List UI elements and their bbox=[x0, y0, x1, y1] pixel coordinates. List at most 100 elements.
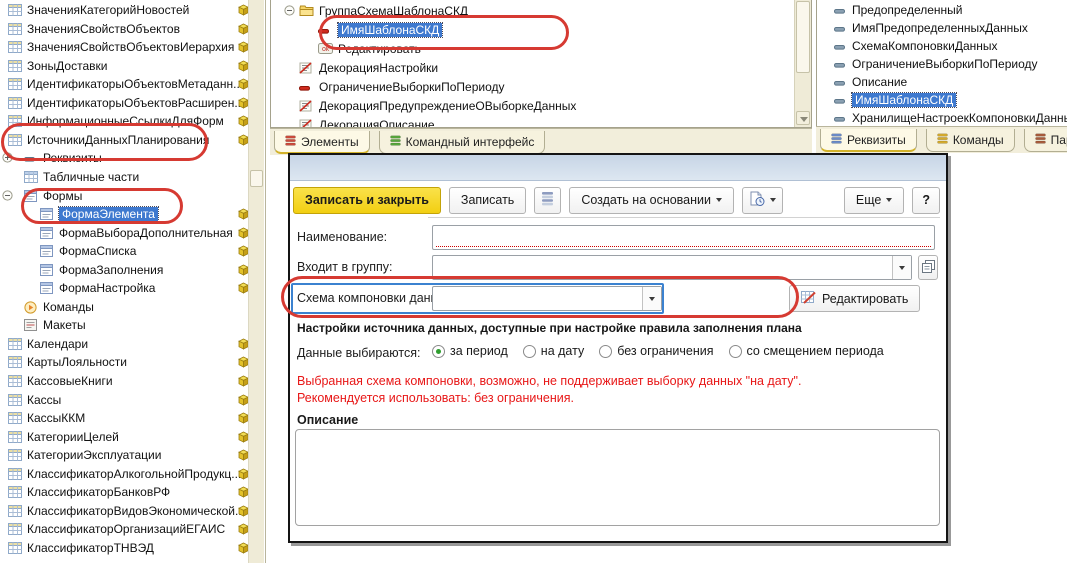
metadata-tree-item[interactable]: КлассификаторВидовЭкономической... bbox=[0, 503, 265, 521]
table-icon bbox=[8, 523, 22, 538]
expander-minus-icon[interactable] bbox=[2, 190, 13, 204]
radio-option[interactable]: без ограничения bbox=[599, 344, 713, 358]
history-button[interactable] bbox=[742, 187, 783, 214]
table-icon bbox=[8, 394, 22, 409]
left-tree-scrollbar[interactable] bbox=[248, 0, 264, 563]
form-icon bbox=[40, 208, 53, 223]
radio-option[interactable]: на дату bbox=[523, 344, 584, 358]
tree-item-label: ФормаСписка bbox=[59, 244, 136, 258]
metadata-tree-item[interactable]: ЗначенияСвойствОбъектовИерархия bbox=[0, 39, 265, 57]
metadata-tree-item[interactable]: ЗоныДоставки bbox=[0, 58, 265, 76]
group-choose-button[interactable] bbox=[918, 255, 938, 280]
metadata-tree-item[interactable]: КатегорииЦелей bbox=[0, 429, 265, 447]
radio-label: на дату bbox=[541, 344, 584, 358]
attribute-item[interactable]: ИмяПредопределенныхДанных bbox=[817, 20, 1067, 38]
tree-item-label: Формы bbox=[43, 189, 82, 203]
deco-icon bbox=[299, 62, 312, 77]
metadata-tree-item[interactable]: ИнформационныеСсылкиДляФорм bbox=[0, 113, 265, 131]
elements-scrollbar[interactable] bbox=[794, 0, 811, 127]
metadata-tree-item[interactable]: КлассификаторБанковРФ bbox=[0, 484, 265, 502]
attribute-item[interactable]: ОграничениеВыборкиПоПериоду bbox=[817, 56, 1067, 74]
chevron-down-icon bbox=[649, 297, 655, 301]
create-based-on-button[interactable]: Создать на основании bbox=[569, 187, 734, 214]
table-icon bbox=[8, 505, 22, 520]
form-element-item[interactable]: ДекорацияНастройки bbox=[271, 60, 811, 78]
cmd-icon bbox=[24, 301, 37, 317]
help-button[interactable]: ? bbox=[912, 187, 940, 214]
metadata-tree-item[interactable]: ИдентификаторыОбъектовМетаданн... bbox=[0, 76, 265, 94]
metadata-tree-item[interactable]: ИсточникиДанныхПланирования bbox=[0, 132, 265, 150]
form-element-item[interactable]: ГруппаСхемаШаблонаСКД bbox=[271, 3, 811, 21]
tab-label: Элементы bbox=[301, 135, 359, 149]
tree-item-label: ДекорацияПредупреждениеОВыборкеДанных bbox=[319, 99, 576, 113]
table-icon bbox=[8, 431, 22, 446]
warning-line-1: Выбранная схема компоновки, возможно, не… bbox=[297, 374, 801, 388]
table-icon bbox=[8, 115, 22, 130]
metadata-tree-item[interactable]: КассыККМ bbox=[0, 410, 265, 428]
save-button[interactable]: Записать bbox=[449, 187, 526, 214]
tab-attributes-tab[interactable]: Команды bbox=[926, 129, 1015, 152]
radio-selected[interactable]: за период bbox=[432, 344, 508, 358]
form-element-item[interactable]: ОграничениеВыборкиПоПериоду bbox=[271, 79, 811, 97]
tree-item-label: КартыЛояльности bbox=[27, 355, 127, 369]
attribute-item[interactable]: СхемаКомпоновкиДанных bbox=[817, 38, 1067, 56]
expander-plus-icon[interactable] bbox=[2, 152, 13, 166]
metadata-tree-item[interactable]: Табличные части bbox=[0, 169, 265, 187]
tree-item-label: КатегорииЦелей bbox=[27, 430, 119, 444]
name-input[interactable] bbox=[432, 225, 935, 250]
radio-option[interactable]: со смещением периода bbox=[729, 344, 884, 358]
metadata-tree-item[interactable]: КлассификаторТНВЭД bbox=[0, 540, 265, 558]
scrollbar-thumb[interactable] bbox=[796, 1, 810, 73]
form-element-item[interactable]: ДекорацияОписание bbox=[271, 117, 811, 128]
table-icon bbox=[8, 97, 22, 112]
metadata-tree-item[interactable]: ЗначенияКатегорийНовостей bbox=[0, 2, 265, 20]
metadata-tree-item[interactable]: КлассификаторОрганизацийЕГАИС bbox=[0, 521, 265, 539]
dropdown-button[interactable] bbox=[642, 287, 661, 310]
description-textarea[interactable] bbox=[295, 429, 940, 526]
tree-item-label: ФормаЭлемента bbox=[59, 207, 158, 221]
attribute-item[interactable]: Описание bbox=[817, 74, 1067, 92]
metadata-tree-item[interactable]: Календари bbox=[0, 336, 265, 354]
metadata-tree-item[interactable]: КатегорииЭксплуатации bbox=[0, 447, 265, 465]
metadata-tree-item[interactable]: ФормаЗаполнения bbox=[0, 262, 265, 280]
dropdown-button[interactable] bbox=[892, 256, 911, 279]
metadata-tree-item[interactable]: Макеты bbox=[0, 317, 265, 335]
expander-minus-icon[interactable] bbox=[284, 5, 295, 19]
tab-elements-tab[interactable]: Командный интерфейс bbox=[379, 131, 546, 154]
metadata-tree-item[interactable]: Формы bbox=[0, 188, 265, 206]
attribute-item[interactable]: Предопределенный bbox=[817, 2, 1067, 20]
register-records-button[interactable] bbox=[534, 187, 561, 214]
more-button[interactable]: Еще bbox=[844, 187, 904, 214]
tab-elements-active[interactable]: Элементы bbox=[274, 131, 370, 154]
metadata-tree-item[interactable]: ФормаНастройка bbox=[0, 280, 265, 298]
attribute-item[interactable]: ИмяШаблонаСКД bbox=[817, 92, 1067, 110]
metadata-tree-item[interactable]: ФормаЭлемента bbox=[0, 206, 265, 224]
table-icon bbox=[8, 375, 22, 390]
metadata-tree-item[interactable]: ФормаВыбораДополнительная bbox=[0, 225, 265, 243]
metadata-tree-item[interactable]: КассовыеКниги bbox=[0, 373, 265, 391]
tab-attributes-tab[interactable]: Параметры bbox=[1024, 129, 1067, 152]
metadata-tree-item[interactable]: Реквизиты bbox=[0, 150, 265, 168]
save-and-close-button[interactable]: Записать и закрыть bbox=[293, 187, 441, 214]
metadata-tree-item[interactable]: КартыЛояльности bbox=[0, 354, 265, 372]
metadata-tree-item[interactable]: ЗначенияСвойствОбъектов bbox=[0, 21, 265, 39]
form-element-item[interactable]: ИмяШаблонаСКД bbox=[271, 22, 811, 40]
scroll-down-button[interactable] bbox=[796, 111, 810, 125]
metadata-tree-item[interactable]: Кассы bbox=[0, 392, 265, 410]
attribute-item[interactable]: ХранилищеНастроекКомпоновкиДанных bbox=[817, 110, 1067, 126]
group-combobox[interactable] bbox=[432, 255, 912, 280]
required-marker bbox=[436, 246, 931, 247]
radio-label: за период bbox=[450, 344, 508, 358]
dcs-combobox[interactable] bbox=[432, 286, 662, 311]
form-element-item[interactable]: окРедактировать bbox=[271, 41, 811, 59]
scrollbar-thumb[interactable] bbox=[250, 170, 263, 187]
metadata-tree-item[interactable]: КлассификаторАлкогольнойПродукц... bbox=[0, 466, 265, 484]
tree-item-label: Макеты bbox=[43, 318, 86, 332]
metadata-tree-item[interactable]: ИдентификаторыОбъектовРасширен... bbox=[0, 95, 265, 113]
form-icon bbox=[40, 264, 53, 279]
form-element-item[interactable]: ДекорацияПредупреждениеОВыборкеДанных bbox=[271, 98, 811, 116]
metadata-tree-item[interactable]: Команды bbox=[0, 299, 265, 317]
metadata-tree-item[interactable]: ФормаСписка bbox=[0, 243, 265, 261]
tab-attributes-active[interactable]: Реквизиты bbox=[820, 129, 917, 152]
edit-dcs-button[interactable]: Редактировать bbox=[789, 285, 920, 312]
